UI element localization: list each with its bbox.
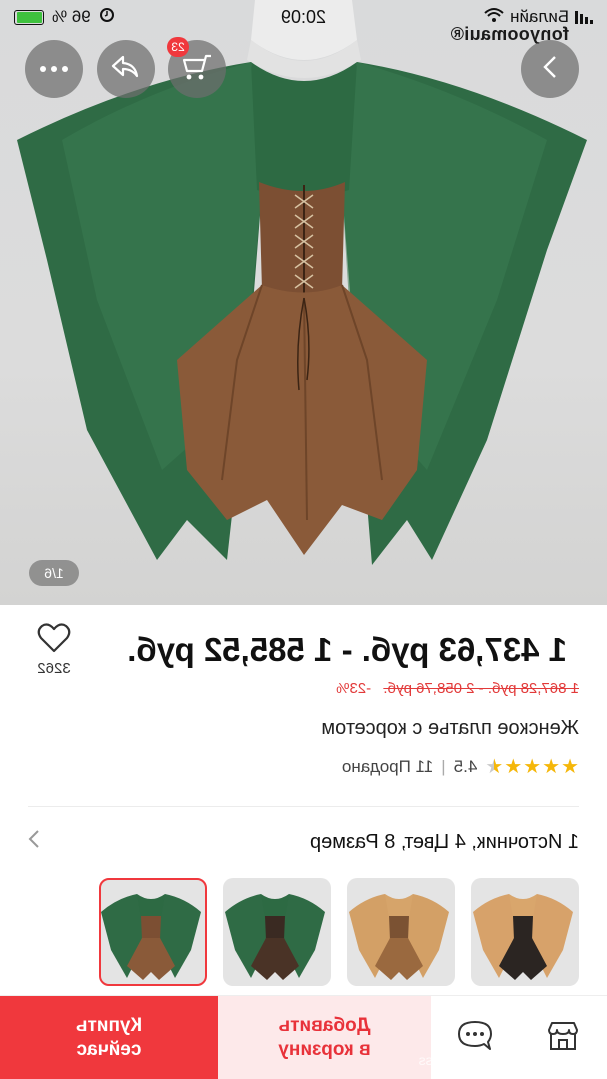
variant-thumb-green-brown[interactable] [99,878,207,986]
thumb-image [225,894,325,980]
alarm-icon [99,7,115,28]
old-price-row: 1 867,28 руб. - 2 058,76 руб. -23% [336,680,579,697]
buy-now-label-1: Купить [75,1015,143,1036]
cart-badge: 23 [167,37,189,57]
heart-icon [37,623,71,657]
battery-percent: 96 % [52,7,91,26]
signal-icon [575,10,593,24]
add-to-cart-label-2: в корзину [278,1039,371,1060]
cart-icon [181,53,213,86]
separator: | [441,757,446,776]
product-info: 1 437,63 руб. - 1 585,52 руб. 3262 1 867… [0,605,607,995]
watermark-text: OnlyFans.com/dami_princess [418,1052,603,1068]
sold-count: 11 Продано [341,757,434,776]
photo-counter: 1/6 [29,560,79,586]
more-icon [39,60,69,78]
old-price: 1 867,28 руб. - 2 058,76 руб. [383,680,579,697]
next-icon [542,54,558,85]
product-image[interactable]: Билайн 20:09 96 % fonyoomaui® 23 1/6 [0,0,607,605]
buy-now-button[interactable]: Купить сейчас [0,996,218,1079]
favorites-count: 3262 [37,660,71,677]
star-icon: ★ [561,756,579,778]
status-right: 96 % [14,7,115,28]
battery-fill [17,11,42,23]
rating-row[interactable]: ★ ★ ★ ★ ★ 4.5 | 11 Продано [341,756,579,778]
thumb-image [349,894,449,980]
variant-thumb-green-black[interactable] [471,878,579,986]
next-image-button[interactable] [521,40,579,98]
discount-badge: -23% [336,680,372,697]
more-button[interactable] [25,40,83,98]
price-range: 1 437,63 руб. - 1 585,52 руб. [127,631,567,668]
share-icon [111,54,141,85]
thumb-image [473,894,573,980]
variant-thumbnails [99,878,579,986]
store-icon [546,1020,580,1057]
add-to-cart-label-1: Добавить [278,1015,371,1036]
rating-value: 4.5 [453,757,478,776]
variants-summary: 1 Источник, 4 Цвет, 8 Размер [310,830,579,853]
variant-thumb-green-dark[interactable] [223,878,331,986]
variant-thumb-tan-brown[interactable] [347,878,455,986]
status-time: 20:09 [280,7,327,27]
buy-now-label-2: сейчас [76,1039,142,1060]
star-icon: ★ [542,756,561,778]
star-icon: ★ [523,756,542,778]
cart-button[interactable]: 23 [167,37,226,98]
add-to-cart-button[interactable]: Добавить в корзину [218,996,431,1079]
half-star-icon: ★ [485,756,504,778]
app-screen: Билайн 20:09 96 % fonyoomaui® 23 1/6 1 4… [0,0,607,1079]
star-icon: ★ [504,756,523,778]
thumb-image [101,894,201,980]
battery-icon [14,9,44,25]
favorite-button[interactable]: 3262 [31,623,77,677]
variant-selector[interactable]: 1 Источник, 4 Цвет, 8 Размер [28,829,579,855]
rating-stars: ★ ★ ★ ★ ★ [485,756,579,778]
dress-photo [17,0,587,565]
chevron-right-icon [28,829,40,855]
product-title: Женское платье с корсетом [321,717,579,739]
share-button[interactable] [97,40,155,98]
divider [28,806,579,807]
